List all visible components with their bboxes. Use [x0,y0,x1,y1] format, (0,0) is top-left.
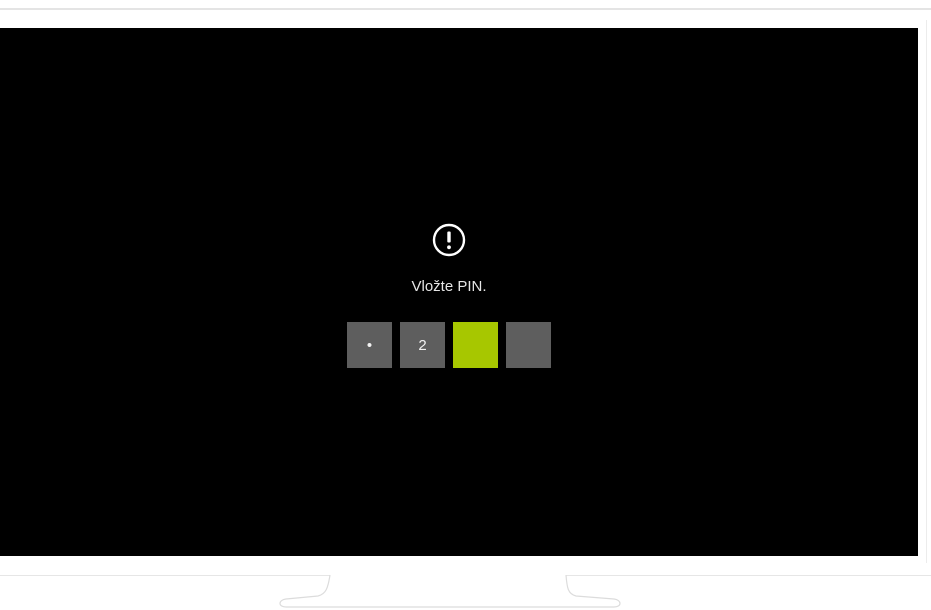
pin-digit-2[interactable]: 2 [400,322,445,368]
tv-mockup: Vložte PIN. • 2 [0,0,931,610]
pin-digit-3[interactable] [453,322,498,368]
tv-screen: Vložte PIN. • 2 [0,28,918,556]
tv-stand [279,574,621,608]
pin-digit-1[interactable]: • [347,322,392,368]
exclamation-circle-icon [432,223,466,257]
pin-input-row: • 2 [347,322,551,368]
pin-digit-4[interactable] [506,322,551,368]
tv-top-edge [0,8,931,10]
pin-prompt-message: Vložte PIN. [411,278,487,295]
